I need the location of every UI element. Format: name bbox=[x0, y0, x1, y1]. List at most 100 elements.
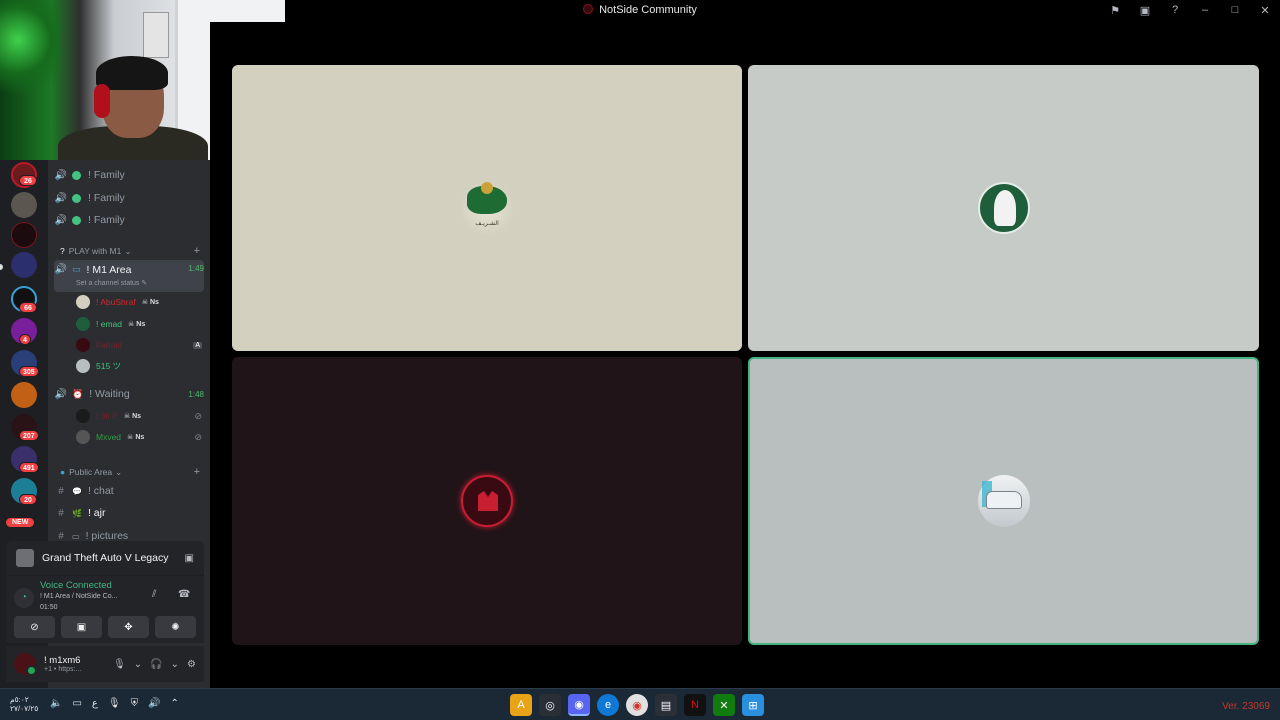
clock[interactable]: ٥:٠٢م ٢٧/٠٧/٢٥ bbox=[10, 695, 38, 713]
app-icon-windows[interactable]: ⊞ bbox=[742, 694, 764, 716]
status-dot-icon bbox=[72, 193, 81, 203]
server-icon-n[interactable] bbox=[11, 222, 37, 248]
camera-off-button[interactable]: ⊘ bbox=[14, 616, 55, 638]
participant-tile[interactable] bbox=[232, 357, 742, 645]
voice-status[interactable]: Voice Connected bbox=[40, 580, 112, 591]
title-bar-controls: ⚑ ▣ ? – □ ✕ bbox=[1108, 3, 1272, 17]
skull-icon: ☠ bbox=[123, 413, 131, 420]
hash-icon: # bbox=[58, 507, 64, 519]
user-tag: Ns bbox=[149, 298, 159, 306]
gear-icon[interactable]: ⚙ bbox=[187, 659, 196, 670]
portrait-icon bbox=[993, 190, 1016, 226]
voice-user[interactable]: ! emad ☠ Ns bbox=[76, 315, 202, 333]
participant-avatar bbox=[977, 475, 1030, 527]
participant-tile-speaking[interactable] bbox=[748, 357, 1259, 645]
voice-location[interactable]: ! M1 Area / NotSide Co... bbox=[40, 593, 117, 600]
channel-status-hint[interactable]: Set a channel status ✎ bbox=[76, 279, 147, 287]
app-icon-a[interactable]: A bbox=[510, 694, 532, 716]
voice-user[interactable]: ! 3li ¹⁰ ☠ Ns ⊘ bbox=[76, 407, 202, 425]
voice-user[interactable]: ! AbuShraf ☠ Ns bbox=[76, 293, 202, 311]
chevron-down-icon[interactable]: ⌄ bbox=[134, 659, 142, 670]
app-icon-store[interactable]: ▤ bbox=[655, 694, 677, 716]
voice-user[interactable]: Fahaid A bbox=[76, 336, 202, 354]
avatar bbox=[76, 317, 90, 331]
voice-channel-family[interactable]: 🔊 ! Family bbox=[54, 165, 204, 185]
app-icon-xbox[interactable]: ✕ bbox=[713, 694, 735, 716]
alarm-icon: ⏰ bbox=[72, 388, 84, 399]
server-icon-shield[interactable] bbox=[11, 382, 37, 408]
screen-share-button[interactable]: ▣ bbox=[61, 616, 102, 638]
user-name: Fahaid bbox=[96, 340, 122, 350]
voice-channel-family[interactable]: 🔊 ! Family bbox=[54, 188, 204, 208]
participant-tile[interactable]: الشـريـف bbox=[232, 65, 742, 351]
flag-icon[interactable]: ⚑ bbox=[1108, 3, 1122, 17]
user-tag: Ns bbox=[135, 433, 145, 441]
help-icon[interactable]: ? bbox=[1168, 3, 1182, 17]
speaker-icon: 🔊 bbox=[54, 214, 68, 226]
activity-panel[interactable]: Grand Theft Auto V Legacy ▣ bbox=[6, 541, 204, 575]
speaker-icon[interactable]: 🔊 bbox=[148, 698, 160, 709]
game-icon bbox=[16, 549, 34, 567]
voice-channel-m1-area[interactable]: 🔊 ▭ ! M1 Area 1:49 bbox=[54, 260, 204, 292]
signal-icon[interactable]: ◔ bbox=[14, 588, 34, 608]
status-dot-icon bbox=[72, 170, 81, 180]
voice-user[interactable]: Mxved ☠ Ns ⊘ bbox=[76, 428, 202, 446]
minimize-icon[interactable]: – bbox=[1198, 3, 1212, 17]
taskbar-apps: A ◎ ◉ e ◉ ▤ N ✕ ⊞ bbox=[510, 694, 764, 716]
add-channel-icon[interactable]: + bbox=[194, 245, 200, 257]
speech-bubble-icon: 💬 bbox=[72, 486, 82, 496]
noise-suppression-icon[interactable]: ⫽ bbox=[152, 589, 156, 600]
app-icon-discord[interactable]: ◉ bbox=[568, 694, 590, 716]
user-info[interactable]: ! m1xm6 +1 • https:... bbox=[44, 655, 81, 673]
avatar bbox=[76, 295, 90, 309]
user-tag: Ns bbox=[136, 320, 146, 328]
add-channel-icon[interactable]: + bbox=[194, 466, 200, 478]
unread-badge: 491 bbox=[19, 462, 39, 473]
chevron-up-icon[interactable]: ⌃ bbox=[171, 698, 179, 709]
participant-tile[interactable] bbox=[748, 65, 1259, 351]
server-icon-photo[interactable] bbox=[11, 192, 37, 218]
disconnect-icon[interactable]: ☎ bbox=[178, 589, 190, 600]
language-indicator[interactable]: ع bbox=[92, 698, 98, 709]
volume-icon[interactable]: 🔈 bbox=[50, 698, 62, 709]
taskbar: ٥:٠٢م ٢٧/٠٧/٢٥ 🔈 ▭ ع 🎙 ⛨ 🔊 ⌃ A ◎ ◉ e ◉ ▤… bbox=[0, 688, 1280, 720]
activities-button[interactable]: ✥ bbox=[108, 616, 149, 638]
user-name: ! AbuShraf bbox=[96, 297, 136, 307]
streaming-icon: A bbox=[193, 341, 202, 349]
category-play-with-m1[interactable]: ? PLAY with M1 ⌄ + bbox=[60, 244, 200, 258]
headphones-icon[interactable]: 🎧 bbox=[150, 659, 162, 670]
channel-timer: 1:48 bbox=[188, 389, 204, 399]
clock-time: ٥:٠٢م bbox=[10, 695, 29, 704]
app-icon-chrome[interactable]: ◉ bbox=[626, 694, 648, 716]
category-public-area[interactable]: ● Public Area ⌄ + bbox=[60, 465, 200, 479]
screen-share-icon[interactable]: ▣ bbox=[185, 553, 194, 564]
app-icon-netflix[interactable]: N bbox=[684, 694, 706, 716]
microphone-icon[interactable]: 🎙 bbox=[113, 659, 126, 670]
voice-channel-family[interactable]: 🔊 ! Family bbox=[54, 210, 204, 230]
user-controls: 🎙 ⌄ 🎧 ⌄ ⚙ bbox=[113, 659, 196, 670]
participant-avatar: الشـريـف bbox=[461, 182, 513, 234]
soundboard-button[interactable]: ✺ bbox=[155, 616, 196, 638]
monitor-icon[interactable]: ▭ bbox=[72, 698, 81, 709]
picture-icon: ▭ bbox=[72, 531, 80, 541]
app-icon-steam[interactable]: ◎ bbox=[539, 694, 561, 716]
maximize-icon[interactable]: □ bbox=[1228, 3, 1242, 17]
app-icon-edge[interactable]: e bbox=[597, 694, 619, 716]
avatar[interactable] bbox=[14, 653, 37, 676]
chevron-down-icon[interactable]: ⌄ bbox=[171, 659, 179, 670]
server-icon-feather[interactable] bbox=[11, 252, 37, 278]
defender-icon[interactable]: ⛨ bbox=[131, 698, 139, 709]
microphone-icon[interactable]: 🎙 bbox=[108, 698, 121, 709]
channel-timer: 1:49 bbox=[188, 264, 204, 273]
server-logo-icon bbox=[583, 4, 594, 14]
text-channel-chat[interactable]: # 💬 ! chat bbox=[54, 481, 204, 501]
text-channel-ajr[interactable]: # 🌿 ! ajr bbox=[54, 503, 204, 523]
voice-channel-waiting[interactable]: 🔊 ⏰ ! Waiting 1:48 bbox=[54, 384, 204, 404]
channel-status-text: Set a channel status bbox=[76, 280, 140, 287]
screen-icon[interactable]: ▣ bbox=[1138, 3, 1152, 17]
close-icon[interactable]: ✕ bbox=[1258, 3, 1272, 17]
unread-badge: 20 bbox=[19, 494, 37, 505]
channel-label: ! M1 Area bbox=[86, 264, 132, 276]
voice-user[interactable]: 515 ツ bbox=[76, 357, 202, 375]
globe-icon: ● bbox=[60, 467, 66, 477]
